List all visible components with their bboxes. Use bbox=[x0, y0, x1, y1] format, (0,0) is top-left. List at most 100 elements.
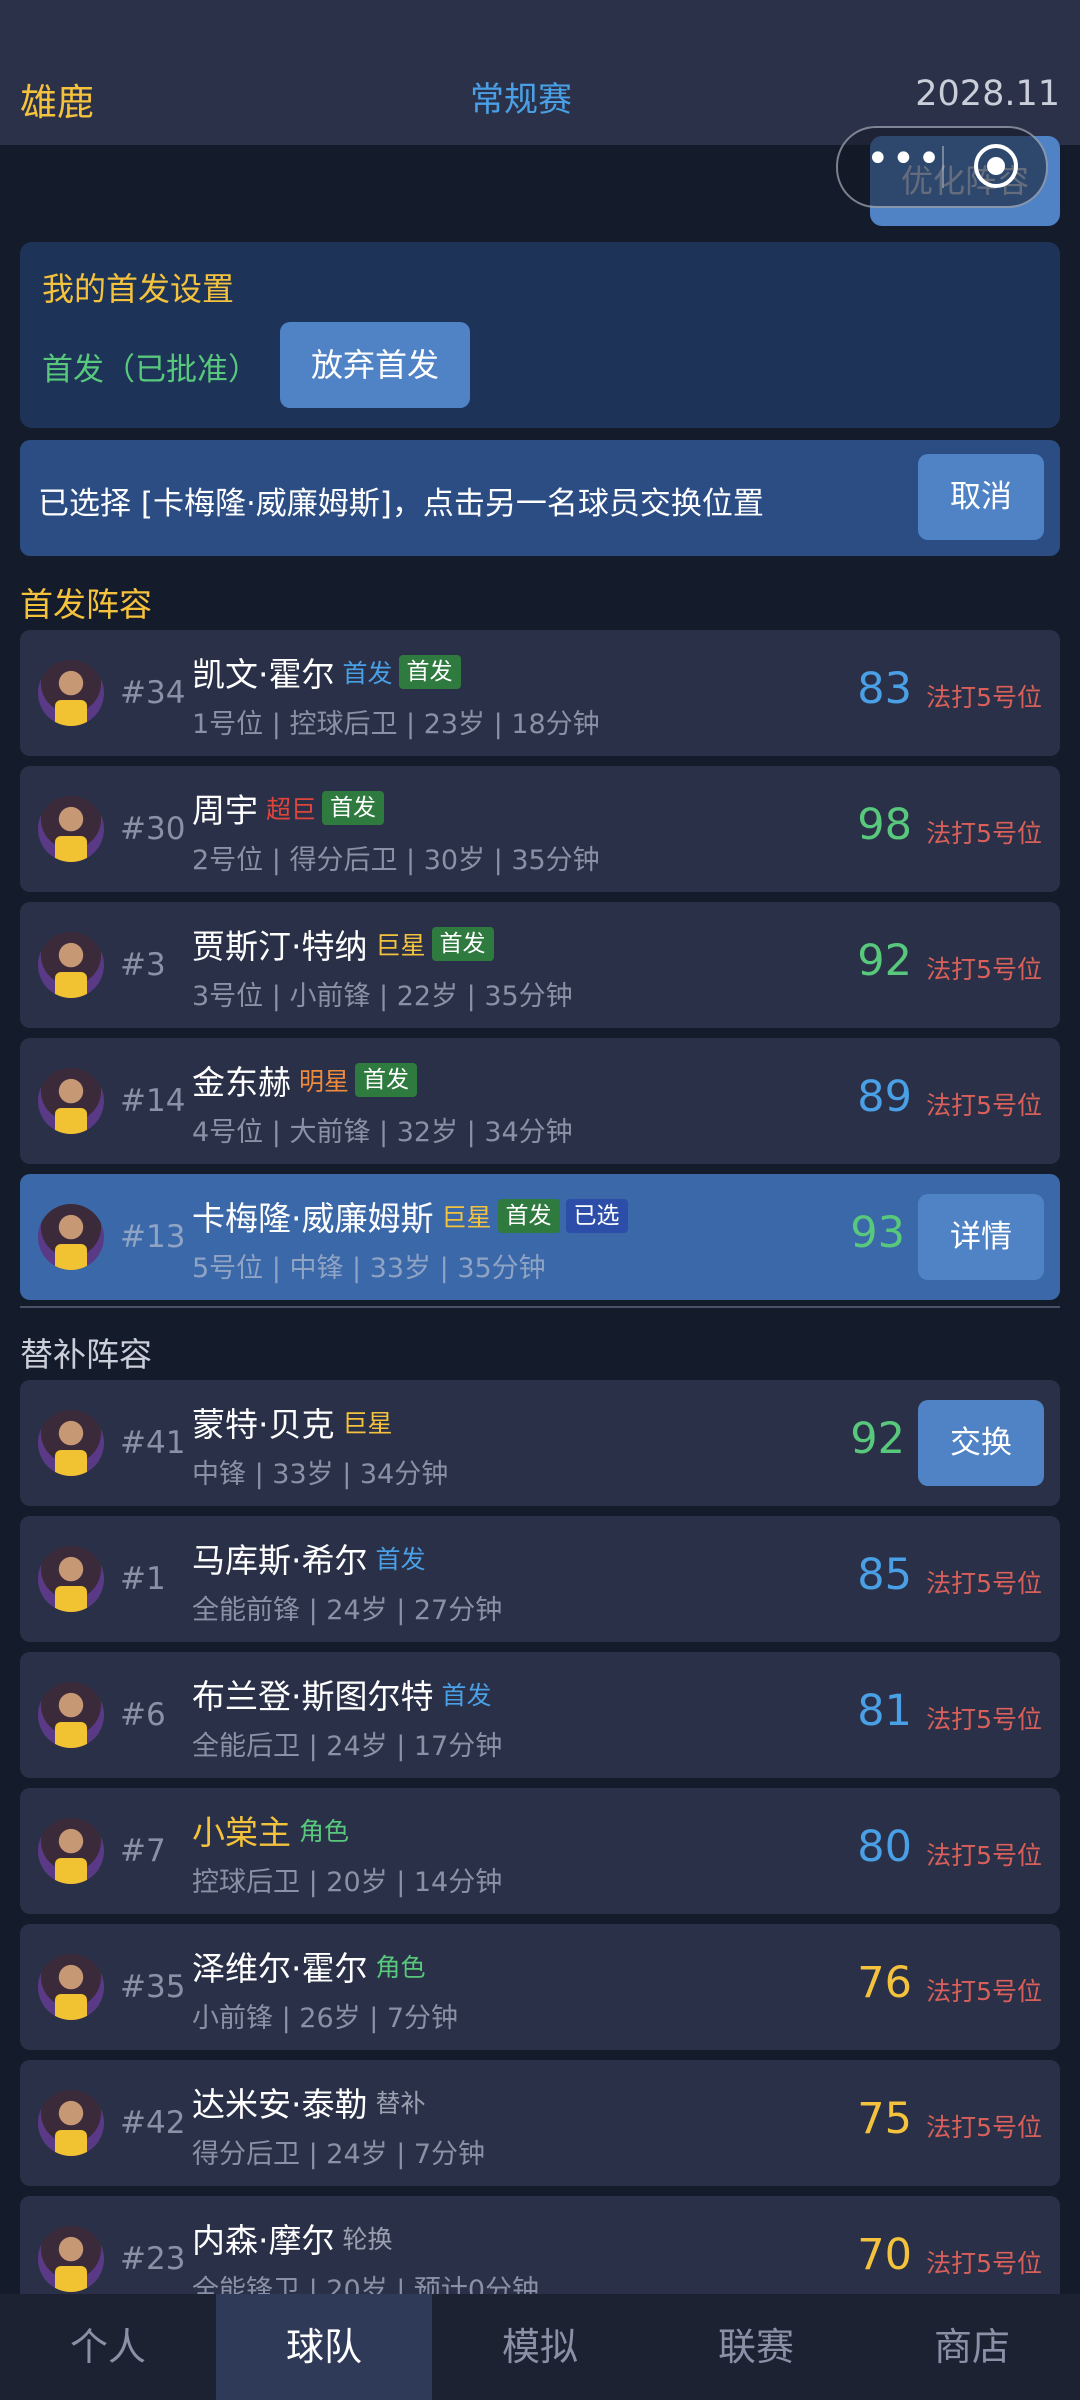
player-name: 蒙特·贝克 bbox=[192, 1405, 335, 1444]
top-bar: 雄鹿 常规赛 2028.11 bbox=[0, 0, 1080, 145]
player-row[interactable]: #42 达米安·泰勒 替补 得分后卫 | 24岁 | 7分钟 75 法打5号位 bbox=[20, 2060, 1060, 2186]
player-row[interactable]: #41 蒙特·贝克 巨星 中锋 | 33岁 | 34分钟 92 交换 bbox=[20, 1380, 1060, 1506]
player-name: 布兰登·斯图尔特 bbox=[192, 1677, 434, 1716]
season-type[interactable]: 常规赛 bbox=[470, 72, 572, 121]
player-avatar bbox=[38, 1204, 104, 1270]
player-row[interactable]: #1 马库斯·希尔 首发 全能前锋 | 24岁 | 27分钟 85 法打5号位 bbox=[20, 1516, 1060, 1642]
abandon-starter-button[interactable]: 放弃首发 bbox=[280, 322, 470, 408]
player-info: 得分后卫 | 24岁 | 7分钟 bbox=[192, 2139, 486, 2170]
tab-4[interactable]: 商店 bbox=[864, 2294, 1080, 2400]
miniprogram-capsule[interactable]: ••• bbox=[836, 126, 1048, 208]
player-avatar bbox=[38, 1954, 104, 2020]
player-info: 1号位 | 控球后卫 | 23岁 | 18分钟 bbox=[192, 709, 600, 740]
player-avatar bbox=[38, 660, 104, 726]
player-avatar bbox=[38, 2226, 104, 2292]
player-rating: 70 bbox=[857, 2230, 912, 2280]
name-line: 贾斯汀·特纳 巨星 首发 bbox=[192, 920, 494, 966]
jersey-number: #35 bbox=[120, 1969, 186, 2005]
player-avatar bbox=[38, 1818, 104, 1884]
player-avatar bbox=[38, 2090, 104, 2156]
player-row[interactable]: #13 卡梅隆·威廉姆斯 巨星 首发 已选 5号位 | 中锋 | 33岁 | 35分钟 93… bbox=[20, 1174, 1060, 1300]
starter-badge: 首发 bbox=[431, 927, 494, 961]
player-tier: 轮换 bbox=[342, 2225, 393, 2254]
jersey-number: #23 bbox=[120, 2241, 186, 2277]
bottom-tab-bar: 个人 球队 模拟 联赛 商店 bbox=[0, 2294, 1080, 2400]
player-row[interactable]: #3 贾斯汀·特纳 巨星 首发 3号位 | 小前锋 | 22岁 | 35分钟 92 法打5号… bbox=[20, 902, 1060, 1028]
position-warning: 法打5号位 bbox=[926, 683, 1042, 712]
jersey-number: #7 bbox=[120, 1833, 166, 1869]
position-warning: 法打5号位 bbox=[926, 1841, 1042, 1870]
player-info: 3号位 | 小前锋 | 22岁 | 35分钟 bbox=[192, 981, 573, 1012]
name-line: 凯文·霍尔 首发 首发 bbox=[192, 648, 461, 694]
player-rating: 81 bbox=[857, 1686, 912, 1736]
team-name[interactable]: 雄鹿 bbox=[20, 72, 94, 126]
tab-0[interactable]: 个人 bbox=[0, 2294, 216, 2400]
jersey-number: #13 bbox=[120, 1219, 186, 1255]
tab-2[interactable]: 模拟 bbox=[432, 2294, 648, 2400]
starter-badge: 首发 bbox=[398, 655, 461, 689]
player-row[interactable]: #14 金东赫 明星 首发 4号位 | 大前锋 | 32岁 | 34分钟 89 法打5号位 bbox=[20, 1038, 1060, 1164]
player-row[interactable]: #6 布兰登·斯图尔特 首发 全能后卫 | 24岁 | 17分钟 81 法打5号位 bbox=[20, 1652, 1060, 1778]
tab-1[interactable]: 球队 bbox=[216, 2294, 432, 2400]
player-tier: 角色 bbox=[375, 1953, 426, 1982]
jersey-number: #42 bbox=[120, 2105, 186, 2141]
position-warning: 法打5号位 bbox=[926, 955, 1042, 984]
player-info: 中锋 | 33岁 | 34分钟 bbox=[192, 1459, 449, 1490]
starters-section-title: 首发阵容 bbox=[20, 585, 152, 624]
position-warning: 法打5号位 bbox=[926, 2249, 1042, 2278]
position-warning: 法打5号位 bbox=[926, 1569, 1042, 1598]
jersey-number: #14 bbox=[120, 1083, 186, 1119]
player-avatar bbox=[38, 1546, 104, 1612]
starter-badge: 首发 bbox=[322, 791, 385, 825]
section-divider bbox=[20, 1306, 1060, 1308]
player-rating: 76 bbox=[857, 1958, 912, 2008]
player-info: 全能前锋 | 24岁 | 27分钟 bbox=[192, 1595, 503, 1626]
player-row[interactable]: #34 凯文·霍尔 首发 首发 1号位 | 控球后卫 | 23岁 | 18分钟 83 法打5… bbox=[20, 630, 1060, 756]
position-warning: 法打5号位 bbox=[926, 1091, 1042, 1120]
swap-message: 已选择 [卡梅隆·威廉姆斯]，点击另一名球员交换位置 bbox=[38, 486, 764, 522]
name-line: 布兰登·斯图尔特 首发 bbox=[192, 1670, 492, 1716]
player-name: 马库斯·希尔 bbox=[192, 1541, 368, 1580]
player-name: 小棠主 bbox=[192, 1813, 291, 1852]
player-row[interactable]: #30 周宇 超巨 首发 2号位 | 得分后卫 | 30岁 | 35分钟 98 法打5号位 bbox=[20, 766, 1060, 892]
player-rating: 92 bbox=[850, 1414, 905, 1464]
player-info: 控球后卫 | 20岁 | 14分钟 bbox=[192, 1867, 503, 1898]
my-starter-title: 我的首发设置 bbox=[42, 270, 235, 308]
player-name: 凯文·霍尔 bbox=[192, 655, 335, 694]
player-tier: 明星 bbox=[299, 1067, 350, 1096]
bench-section-title: 替补阵容 bbox=[20, 1335, 152, 1374]
player-tier: 替补 bbox=[375, 2089, 426, 2118]
player-tier: 巨星 bbox=[441, 1203, 492, 1232]
close-target-icon[interactable] bbox=[974, 144, 1018, 188]
name-line: 卡梅隆·威廉姆斯 巨星 首发 已选 bbox=[192, 1192, 628, 1238]
player-rating: 85 bbox=[857, 1550, 912, 1600]
name-line: 周宇 超巨 首发 bbox=[192, 784, 385, 830]
player-tier: 角色 bbox=[299, 1817, 350, 1846]
player-avatar bbox=[38, 1410, 104, 1476]
player-tier: 巨星 bbox=[375, 931, 426, 960]
starter-badge: 首发 bbox=[497, 1199, 560, 1233]
name-line: 马库斯·希尔 首发 bbox=[192, 1534, 426, 1580]
jersey-number: #30 bbox=[120, 811, 186, 847]
cancel-swap-button[interactable]: 取消 bbox=[918, 454, 1044, 540]
swap-button[interactable]: 交换 bbox=[918, 1400, 1044, 1486]
starter-status: 首发（已批准） bbox=[42, 352, 259, 388]
player-rating: 93 bbox=[850, 1208, 905, 1258]
player-tier: 首发 bbox=[342, 659, 393, 688]
player-rating: 83 bbox=[857, 664, 912, 714]
position-warning: 法打5号位 bbox=[926, 2113, 1042, 2142]
name-line: 泽维尔·霍尔 角色 bbox=[192, 1942, 426, 1988]
details-button[interactable]: 详情 bbox=[918, 1194, 1044, 1280]
position-warning: 法打5号位 bbox=[926, 1977, 1042, 2006]
position-warning: 法打5号位 bbox=[926, 819, 1042, 848]
player-tier: 首发 bbox=[375, 1545, 426, 1574]
jersey-number: #6 bbox=[120, 1697, 166, 1733]
my-starter-card: 我的首发设置 首发（已批准） 放弃首发 bbox=[20, 242, 1060, 428]
player-name: 泽维尔·霍尔 bbox=[192, 1949, 368, 1988]
more-icon[interactable]: ••• bbox=[866, 136, 943, 182]
tab-3[interactable]: 联赛 bbox=[648, 2294, 864, 2400]
game-date: 2028.11 bbox=[915, 74, 1060, 114]
player-info: 4号位 | 大前锋 | 32岁 | 34分钟 bbox=[192, 1117, 573, 1148]
player-row[interactable]: #7 小棠主 角色 控球后卫 | 20岁 | 14分钟 80 法打5号位 bbox=[20, 1788, 1060, 1914]
player-row[interactable]: #35 泽维尔·霍尔 角色 小前锋 | 26岁 | 7分钟 76 法打5号位 bbox=[20, 1924, 1060, 2050]
